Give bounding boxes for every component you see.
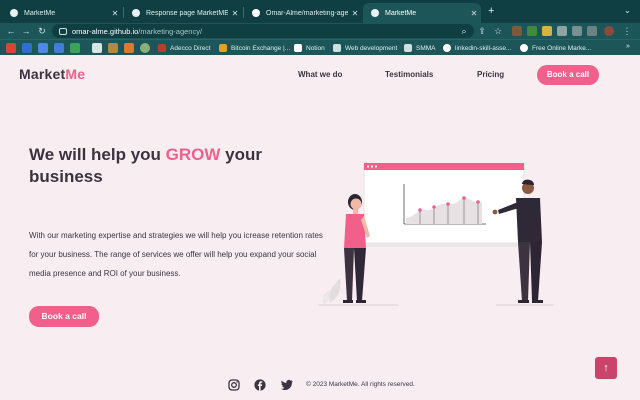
hero-illustration: [318, 163, 554, 306]
close-tab-icon[interactable]: ✕: [467, 9, 481, 18]
scroll-to-top-button[interactable]: ↑: [595, 357, 617, 379]
share-icon[interactable]: ⇪: [476, 24, 488, 38]
browser-tab-4-active[interactable]: MarketMe ✕: [363, 3, 481, 23]
facebook-icon[interactable]: [254, 379, 266, 391]
tab-title: MarketMe: [385, 9, 417, 17]
close-tab-icon[interactable]: ✕: [228, 9, 242, 18]
bookmark-free-online-marketing[interactable]: Free Online Marke...: [520, 43, 591, 53]
hero-description: With our marketing expertise and strateg…: [29, 231, 323, 278]
page-viewport: MarketMe What we do Testimonials Pricing…: [0, 55, 640, 400]
tab-title: MarketMe: [24, 9, 56, 17]
extension-icon[interactable]: [557, 26, 567, 36]
tab-title: Omar-Alme/marketing-agency: [266, 9, 348, 17]
address-bar[interactable]: omar-alme.github.io/marketing-agency/: [52, 24, 474, 38]
plant-leaf: [322, 290, 331, 304]
nav-link-what-we-do[interactable]: What we do: [298, 70, 342, 79]
browser-tab-1[interactable]: MarketMe ✕: [2, 3, 122, 23]
whiteboard-header: [364, 163, 524, 170]
browser-tab-bar: MarketMe ✕ Response page MarketME ✕ Omar…: [0, 0, 640, 23]
globe-icon: [371, 9, 379, 17]
tab-search-chevron-icon[interactable]: ⌄: [624, 6, 631, 15]
browser-tab-3[interactable]: Omar-Alme/marketing-agency ✕: [244, 3, 362, 23]
arrow-up-icon: ↑: [603, 362, 609, 374]
extension-icon[interactable]: [527, 26, 537, 36]
twitter-icon[interactable]: [281, 379, 293, 391]
menu-kebab-icon[interactable]: ⋮: [621, 24, 633, 38]
nav-book-call-button[interactable]: Book a call: [537, 65, 599, 85]
footer: © 2023 MarketMe. All rights reserved.: [0, 376, 640, 394]
bookmarks-overflow-button[interactable]: »: [626, 43, 630, 50]
bookmark-icon[interactable]: [124, 43, 134, 53]
extension-icon[interactable]: [542, 26, 552, 36]
back-arrow-icon[interactable]: ←: [5, 24, 17, 38]
url-path: /marketing-agency/: [138, 26, 203, 36]
copyright-text: © 2023 MarketMe. All rights reserved.: [306, 381, 415, 388]
bookmark-bitcoin-exchange[interactable]: Bitcoin Exchange |...: [219, 43, 290, 53]
close-tab-icon[interactable]: ✕: [348, 9, 362, 18]
close-tab-icon[interactable]: ✕: [108, 9, 122, 18]
reload-icon[interactable]: ↻: [36, 24, 48, 38]
search-icon[interactable]: ⌕: [458, 24, 470, 38]
drive-icon[interactable]: [70, 43, 80, 53]
bookmark-icon[interactable]: [22, 43, 32, 53]
bookmarks-bar: Adecco Direct Bitcoin Exchange |... Noti…: [0, 39, 640, 55]
plant-leaf: [329, 278, 341, 303]
site-logo[interactable]: MarketMe: [19, 66, 85, 82]
bookmark-star-icon[interactable]: ☆: [492, 24, 504, 38]
globe-icon: [10, 9, 18, 17]
bookmark-icon[interactable]: [38, 43, 48, 53]
new-tab-button[interactable]: +: [488, 5, 494, 17]
instagram-icon[interactable]: [228, 379, 240, 391]
bookmark-adecco[interactable]: Adecco Direct: [158, 43, 210, 53]
extension-icon[interactable]: [572, 26, 582, 36]
url-host: omar-alme.github.io: [72, 26, 139, 36]
bookmark-web-development[interactable]: Web development: [333, 43, 397, 53]
browser-toolbar: ← → ↻ omar-alme.github.io/marketing-agen…: [0, 23, 640, 39]
bookmark-icon[interactable]: [54, 43, 64, 53]
bookmark-notion[interactable]: Notion: [294, 43, 325, 53]
nav-link-pricing[interactable]: Pricing: [477, 70, 504, 79]
bookmark-icon[interactable]: [140, 43, 150, 53]
bookmark-icon[interactable]: [108, 43, 118, 53]
profile-avatar-icon[interactable]: [604, 26, 614, 36]
extension-icon[interactable]: [512, 26, 522, 36]
bookmark-linkedin-skill[interactable]: linkedin-skill-asse...: [443, 43, 511, 53]
globe-icon: [132, 9, 140, 17]
tab-title: Response page MarketME: [146, 9, 228, 17]
github-icon: [252, 9, 260, 17]
gmail-icon[interactable]: [6, 43, 16, 53]
bookmark-icon[interactable]: [92, 43, 102, 53]
nav-link-testimonials[interactable]: Testimonials: [385, 70, 433, 79]
lock-icon: [59, 27, 67, 35]
puzzle-icon[interactable]: [587, 26, 597, 36]
hero-highlight: GROW: [165, 145, 221, 164]
hero-title: We will help you GROW your business: [29, 145, 262, 186]
hero-book-call-button[interactable]: Book a call: [29, 306, 99, 327]
bookmark-smma[interactable]: SMMA: [404, 43, 436, 53]
forward-arrow-icon[interactable]: →: [20, 24, 32, 38]
browser-tab-2[interactable]: Response page MarketME ✕: [124, 3, 242, 23]
